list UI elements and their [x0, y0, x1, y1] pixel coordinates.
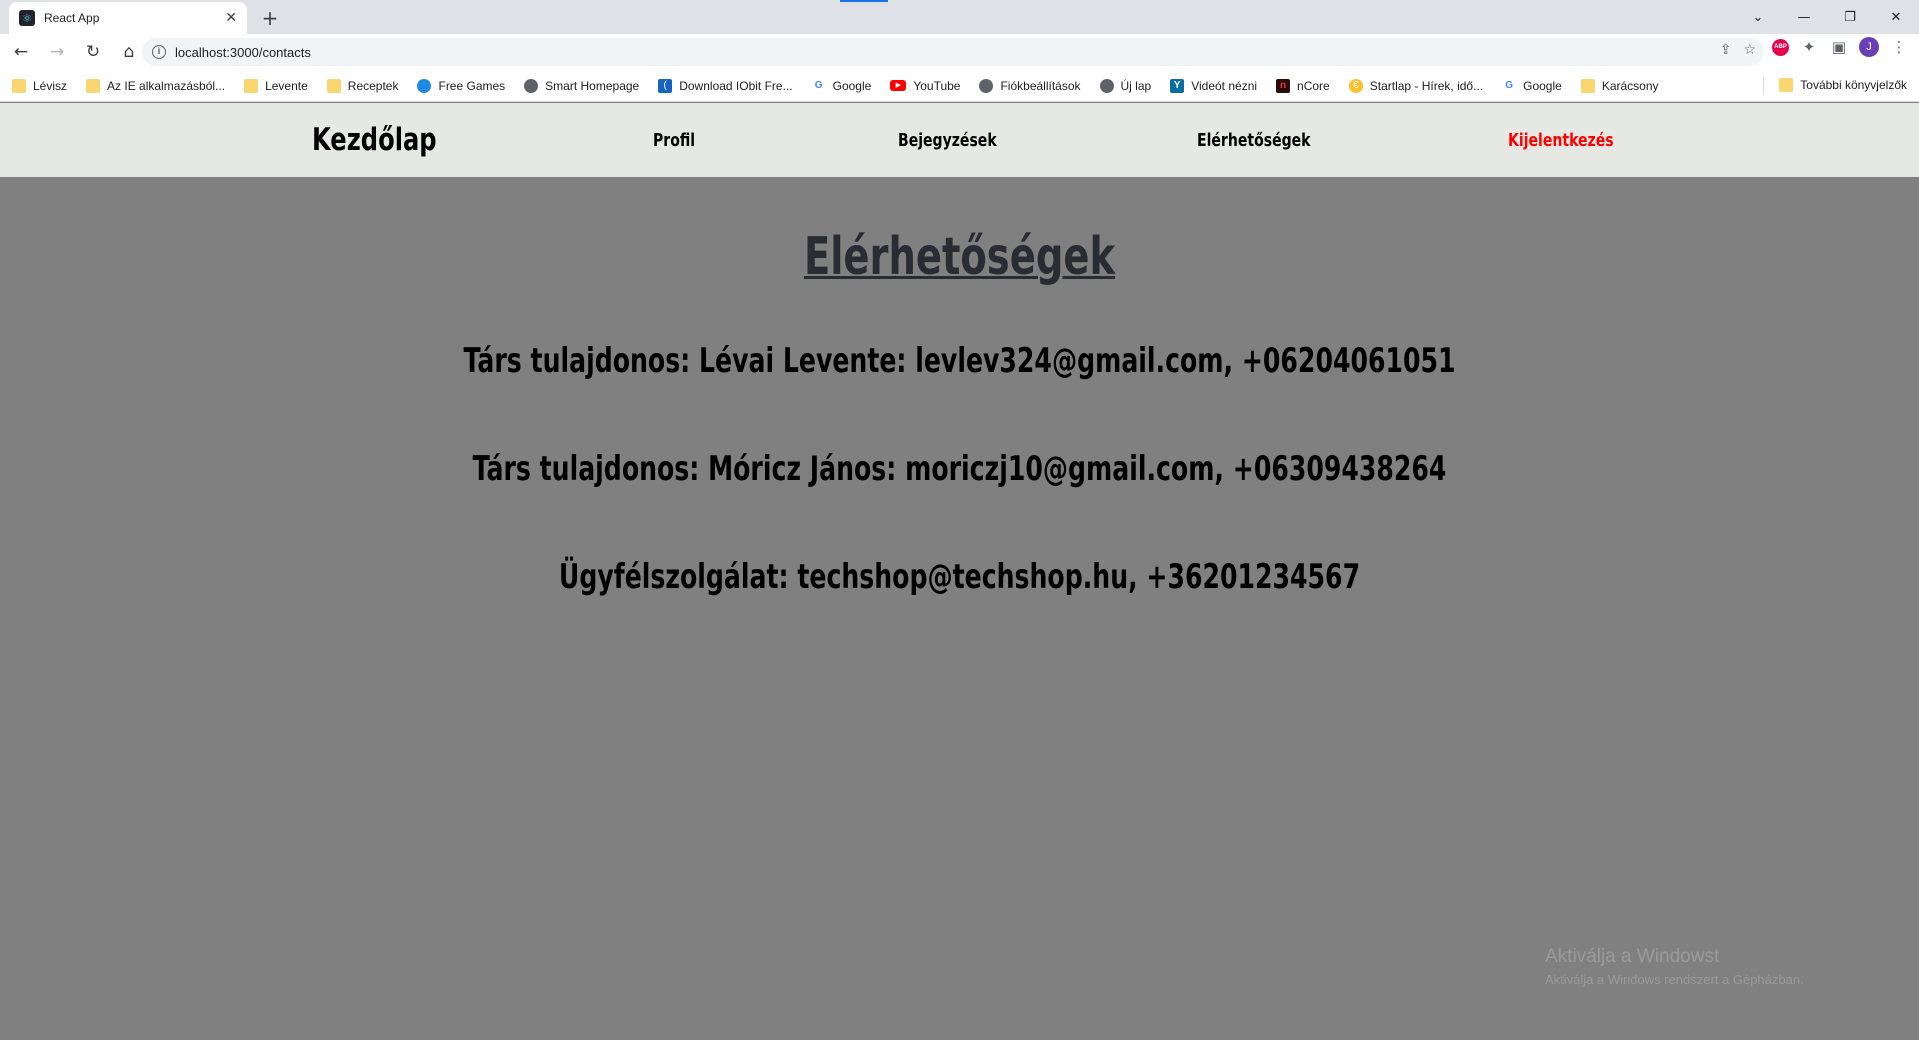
- adblock-icon[interactable]: ABP: [1772, 38, 1789, 56]
- ncore-icon: n: [1276, 78, 1291, 93]
- contact-line-levai: Társ tulajdonos: Lévai Levente: levlev32…: [463, 341, 1456, 381]
- extensions-puzzle-icon[interactable]: ✦: [1799, 38, 1819, 56]
- bookmark-label: Fiókbeállítások: [1000, 78, 1081, 93]
- bookmark-fiokbeallitasok[interactable]: Fiókbeállítások: [979, 78, 1081, 93]
- nav-home-link[interactable]: Kezdőlap: [312, 103, 437, 177]
- bookmark-label: Új lap: [1120, 78, 1152, 93]
- restore-button[interactable]: ❐: [1827, 0, 1873, 34]
- bookmark-label: Videót nézni: [1191, 78, 1258, 93]
- bookmark-label: Download IObit Fre...: [679, 78, 793, 93]
- bookmark-label: Az IE alkalmazásból...: [107, 78, 226, 93]
- back-button[interactable]: ←: [6, 37, 36, 67]
- globe-icon: [524, 78, 539, 93]
- y-icon: Y: [1170, 78, 1185, 93]
- bookmark-label: Google: [1523, 78, 1562, 93]
- bookmark-label: Google: [832, 78, 872, 93]
- folder-icon: [1580, 78, 1595, 93]
- forward-button[interactable]: →: [42, 37, 72, 67]
- bookmark-label: Lévisz: [33, 78, 68, 93]
- contact-line-moricz: Társ tulajdonos: Móricz János: moriczj10…: [472, 449, 1447, 489]
- other-bookmarks[interactable]: További könyvjelzők: [1779, 78, 1907, 92]
- globe-icon: [1099, 78, 1114, 93]
- bookmark-levente[interactable]: Levente: [244, 78, 308, 93]
- folder-icon: [326, 78, 341, 93]
- folder-icon: [12, 78, 26, 93]
- folder-icon: [244, 78, 259, 93]
- browser-toolbar: ← → ↻ ⌂ i localhost:3000/contacts ⇪ ☆ AB…: [0, 34, 1919, 70]
- close-window-button[interactable]: ✕: [1873, 0, 1919, 34]
- bookmark-star-icon[interactable]: ☆: [1743, 42, 1756, 58]
- bookmark-label: Levente: [265, 78, 308, 93]
- folder-icon: [86, 78, 101, 93]
- profile-avatar[interactable]: J: [1859, 37, 1879, 57]
- tab-search-icon[interactable]: ⌄: [1735, 0, 1781, 34]
- nav-profile-link[interactable]: Profil: [653, 103, 695, 177]
- bookmark-videot-nezni[interactable]: Y Videót nézni: [1170, 78, 1258, 93]
- share-icon[interactable]: ⇪: [1720, 42, 1732, 58]
- bookmark-free-games[interactable]: Free Games: [417, 78, 506, 93]
- google-icon: G: [1505, 79, 1513, 91]
- bookmark-smart-homepage[interactable]: Smart Homepage: [524, 78, 640, 93]
- bookmark-label: nCore: [1297, 78, 1330, 93]
- google-icon: G: [814, 79, 823, 91]
- bookmark-label: Receptek: [347, 78, 399, 93]
- watermark-subtitle: Aktiválja a Windows rendszert a Gépházba…: [1545, 972, 1804, 987]
- folder-icon: [1779, 78, 1794, 92]
- page-title: Elérhetőségek: [803, 227, 1116, 287]
- site-info-icon[interactable]: i: [152, 45, 166, 59]
- loading-indicator: [840, 0, 888, 2]
- url-text[interactable]: localhost:3000/contacts: [175, 45, 311, 60]
- bookmark-youtube[interactable]: ▶ YouTube: [890, 79, 960, 93]
- menu-icon[interactable]: ⋮: [1889, 38, 1909, 56]
- nav-contacts-link[interactable]: Elérhetőségek: [1197, 103, 1311, 177]
- window-controls: ⌄ — ❐ ✕: [1735, 0, 1919, 34]
- bookmark-label: Free Games: [438, 78, 506, 93]
- bookmark-uj-lap[interactable]: Új lap: [1099, 78, 1152, 93]
- globe-icon: [979, 78, 994, 93]
- other-bookmarks-label: További könyvjelzők: [1800, 78, 1907, 92]
- nav-logout-link[interactable]: Kijelentkezés: [1508, 103, 1614, 177]
- react-icon: ⚛: [19, 10, 35, 26]
- tab-title: React App: [44, 11, 100, 25]
- new-tab-button[interactable]: +: [258, 6, 282, 30]
- watermark-title: Aktiválja a Windowst: [1545, 946, 1720, 967]
- side-panel-icon[interactable]: ▣: [1829, 38, 1849, 56]
- windows-activation-watermark: Aktiválja a Windowst Aktiválja a Windows…: [1545, 946, 1804, 987]
- site-navbar: Kezdőlap Profil Bejegyzések Elérhetősége…: [0, 103, 1919, 177]
- bookmark-ncore[interactable]: n nCore: [1276, 78, 1330, 93]
- startlap-icon: €: [1348, 78, 1363, 93]
- omnibox-actions: ⇪ ☆: [1720, 42, 1756, 58]
- bookmark-google-1[interactable]: G Google: [812, 79, 872, 93]
- bookmark-label: Smart Homepage: [545, 78, 640, 93]
- iobit-icon: (: [658, 78, 673, 93]
- bookmark-label: Startlap - Hírek, idő...: [1369, 78, 1484, 93]
- tab-strip: ⚛ React App ✕ + ⌄ — ❐ ✕: [0, 0, 1919, 34]
- bookmark-karacsony[interactable]: Karácsony: [1580, 78, 1659, 93]
- youtube-icon: ▶: [890, 80, 907, 91]
- bookmarks-bar: Lévisz Az IE alkalmazásból... Levente Re…: [0, 70, 1919, 102]
- bookmark-iobit[interactable]: ( Download IObit Fre...: [658, 78, 793, 93]
- minimize-button[interactable]: —: [1781, 0, 1827, 34]
- bookmark-label: YouTube: [913, 78, 961, 93]
- close-tab-icon[interactable]: ✕: [225, 11, 237, 25]
- bookmark-ie-folder[interactable]: Az IE alkalmazásból...: [86, 78, 226, 93]
- bookmarks-divider: [1763, 77, 1764, 95]
- bookmark-levisz[interactable]: Lévisz: [12, 78, 68, 93]
- bookmark-startlap[interactable]: € Startlap - Hírek, idő...: [1348, 78, 1484, 93]
- nav-posts-link[interactable]: Bejegyzések: [898, 103, 997, 177]
- globe-icon: [417, 78, 432, 93]
- bookmark-receptek[interactable]: Receptek: [326, 78, 399, 93]
- home-button[interactable]: ⌂: [114, 37, 144, 67]
- bookmark-google-2[interactable]: G Google: [1502, 79, 1562, 93]
- reload-button[interactable]: ↻: [78, 37, 108, 67]
- bookmark-label: Karácsony: [1601, 78, 1659, 93]
- address-bar[interactable]: i localhost:3000/contacts ⇪ ☆: [142, 38, 1764, 66]
- contact-line-support: Ügyfélszolgálat: techshop@techshop.hu, +…: [558, 557, 1361, 597]
- extensions-area: ABP ✦ ▣ J ⋮: [1772, 37, 1909, 57]
- browser-tab[interactable]: ⚛ React App ✕: [9, 2, 247, 34]
- contacts-page: Elérhetőségek Társ tulajdonos: Lévai Lev…: [0, 177, 1919, 1040]
